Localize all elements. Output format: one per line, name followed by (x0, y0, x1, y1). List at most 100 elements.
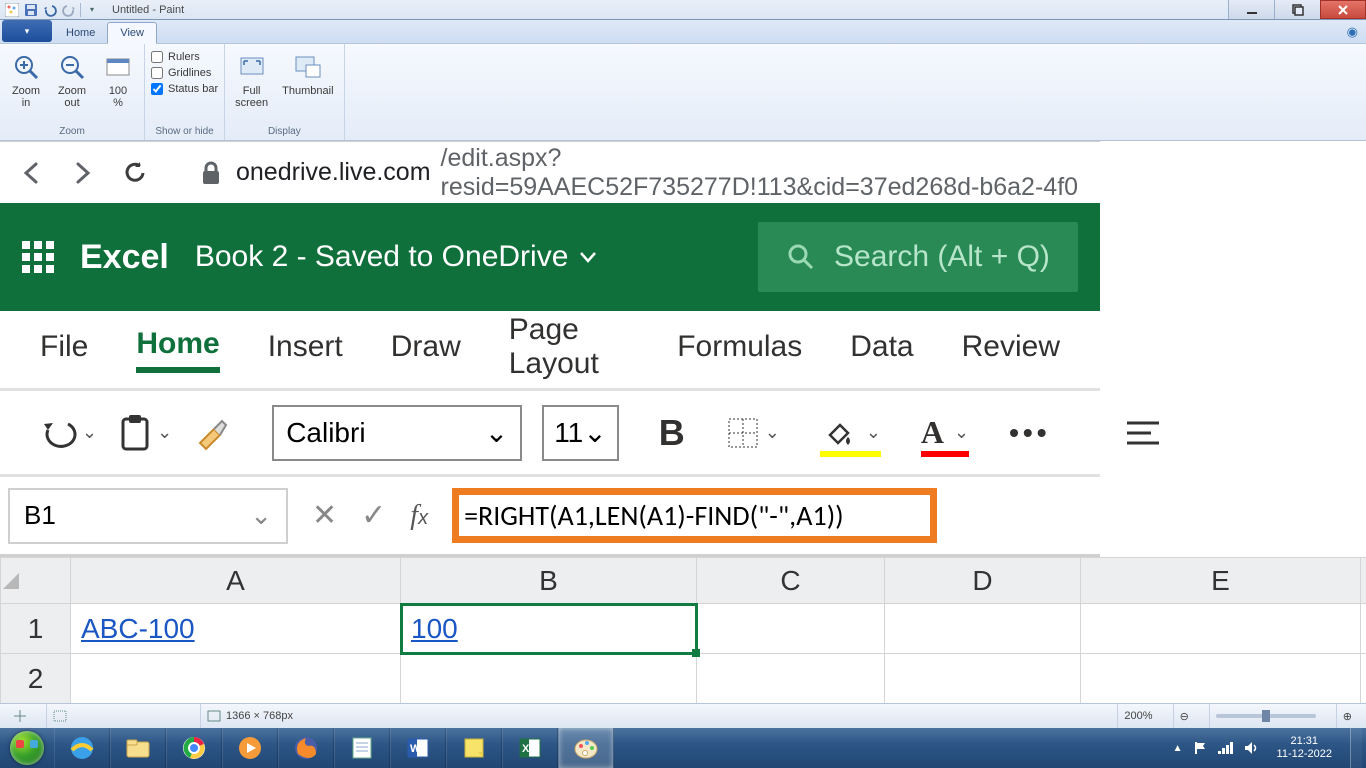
search-box[interactable]: Search (Alt + Q) (758, 222, 1078, 292)
borders-button[interactable]: ⌄ (725, 415, 780, 451)
column-header-c[interactable]: C (697, 558, 885, 604)
redo-icon[interactable] (61, 2, 77, 18)
gridlines-checkbox[interactable]: Gridlines (151, 67, 218, 79)
more-options-button[interactable]: ••• (1009, 417, 1050, 449)
zoom-out-button[interactable]: Zoom out (52, 49, 92, 111)
select-all-corner[interactable] (1, 558, 71, 604)
zoom-in-small[interactable]: ⊕ (1336, 704, 1358, 728)
row-header-2[interactable]: 2 (1, 654, 71, 704)
start-button[interactable] (0, 728, 54, 768)
align-button[interactable] (1123, 417, 1163, 449)
help-icon[interactable]: ◉ (1347, 24, 1358, 40)
enter-formula-icon[interactable]: ✓ (361, 498, 386, 533)
zoom-out-small[interactable]: ⊖ (1173, 704, 1195, 728)
thumbnail-button[interactable]: Thumbnail (278, 49, 337, 99)
format-painter-button[interactable] (192, 413, 232, 453)
paint-ribbon: Zoom in Zoom out 100 % Zoom Rulers Gridl… (0, 44, 1366, 141)
cell-b2[interactable] (401, 654, 697, 704)
tab-page-layout[interactable]: Page Layout (509, 313, 629, 387)
show-desktop-button[interactable] (1350, 728, 1362, 768)
cell-a1[interactable]: ABC-100 (71, 604, 401, 654)
tab-home[interactable]: Home (136, 327, 219, 373)
taskbar-explorer[interactable] (110, 728, 166, 768)
tab-formulas[interactable]: Formulas (677, 330, 802, 370)
name-box[interactable]: B1 ⌄ (8, 488, 288, 544)
paint-app-icon (4, 2, 20, 18)
taskbar-excel[interactable]: X (502, 728, 558, 768)
svg-text:W: W (410, 743, 421, 755)
rulers-checkbox[interactable]: Rulers (151, 51, 218, 63)
app-launcher-icon[interactable] (22, 241, 54, 273)
cell-c2[interactable] (697, 654, 885, 704)
row-header-1[interactable]: 1 (1, 604, 71, 654)
cell-f2[interactable] (1361, 654, 1366, 704)
save-icon[interactable] (23, 2, 39, 18)
zoom-100-button[interactable]: 100 % (98, 49, 138, 111)
tab-file[interactable]: File (40, 330, 88, 370)
cell-c1[interactable] (697, 604, 885, 654)
taskbar-notepad[interactable] (334, 728, 390, 768)
fill-color-button[interactable]: ⌄ (820, 415, 881, 451)
formula-input[interactable]: =RIGHT(A1,LEN(A1)-FIND("-",A1)) (452, 498, 1100, 533)
close-button[interactable] (1320, 0, 1366, 19)
fx-icon[interactable]: fx (410, 500, 428, 532)
column-header-extra[interactable] (1361, 558, 1366, 604)
taskbar-paint[interactable] (558, 728, 614, 768)
group-label-show: Show or hide (155, 126, 213, 139)
column-header-a[interactable]: A (71, 558, 401, 604)
clock[interactable]: 21:31 11-12-2022 (1269, 735, 1340, 761)
titlebar: ▾ Untitled - Paint (0, 0, 1366, 20)
taskbar-media[interactable] (222, 728, 278, 768)
column-header-b[interactable]: B (401, 558, 697, 604)
cell-d2[interactable] (885, 654, 1081, 704)
system-tray: ▲ 21:31 11-12-2022 (1169, 728, 1366, 768)
column-header-e[interactable]: E (1081, 558, 1361, 604)
address-bar[interactable]: onedrive.live.com/edit.aspx?resid=59AAEC… (236, 144, 1088, 202)
taskbar-ie[interactable] (54, 728, 110, 768)
cell-f1[interactable] (1361, 604, 1366, 654)
paint-file-menu[interactable]: ▾ (2, 20, 52, 42)
network-icon[interactable] (1217, 741, 1233, 755)
font-selector[interactable]: Calibri⌄ (272, 405, 522, 461)
statusbar-checkbox[interactable]: Status bar (151, 83, 218, 95)
zoom-in-button[interactable]: Zoom in (6, 49, 46, 111)
tray-expand-icon[interactable]: ▲ (1173, 743, 1183, 754)
cell-e2[interactable] (1081, 654, 1361, 704)
qat-dropdown-icon[interactable]: ▾ (84, 2, 100, 18)
maximize-button[interactable] (1274, 0, 1320, 19)
flag-icon[interactable] (1193, 741, 1207, 755)
tab-review[interactable]: Review (962, 330, 1060, 370)
bold-button[interactable]: B (659, 412, 685, 454)
spreadsheet-grid[interactable]: A B C D E 1 ABC-100 100 (0, 557, 1100, 703)
font-color-button[interactable]: A ⌄ (921, 414, 969, 451)
zoom-slider[interactable] (1209, 704, 1322, 728)
tab-draw[interactable]: Draw (391, 330, 461, 370)
paint-tab-home[interactable]: Home (54, 23, 107, 43)
cell-a2[interactable] (71, 654, 401, 704)
chevron-down-icon: ⌄ (82, 422, 97, 443)
volume-icon[interactable] (1243, 741, 1259, 755)
taskbar-firefox[interactable] (278, 728, 334, 768)
chevron-down-icon: ⌄ (250, 500, 272, 531)
fullscreen-button[interactable]: Full screen (231, 49, 272, 111)
cell-b1[interactable]: 100 (401, 604, 697, 654)
reload-button[interactable] (116, 154, 154, 192)
taskbar-word[interactable]: W (390, 728, 446, 768)
tab-data[interactable]: Data (850, 330, 913, 370)
taskbar-sticky[interactable] (446, 728, 502, 768)
forward-button[interactable] (64, 154, 102, 192)
cell-e1[interactable] (1081, 604, 1361, 654)
cell-d1[interactable] (885, 604, 1081, 654)
column-header-d[interactable]: D (885, 558, 1081, 604)
document-title[interactable]: Book 2 - Saved to OneDrive (195, 240, 599, 274)
cancel-formula-icon[interactable]: ✕ (312, 498, 337, 533)
minimize-button[interactable] (1228, 0, 1274, 19)
undo-icon[interactable] (42, 2, 58, 18)
paste-split-button[interactable]: ⌄ (117, 413, 172, 453)
font-size-selector[interactable]: 11⌄ (542, 405, 619, 461)
paint-tab-view[interactable]: View (107, 22, 157, 44)
back-button[interactable] (12, 154, 50, 192)
taskbar-chrome[interactable] (166, 728, 222, 768)
tab-insert[interactable]: Insert (268, 330, 343, 370)
undo-split-button[interactable]: ⌄ (40, 416, 97, 450)
